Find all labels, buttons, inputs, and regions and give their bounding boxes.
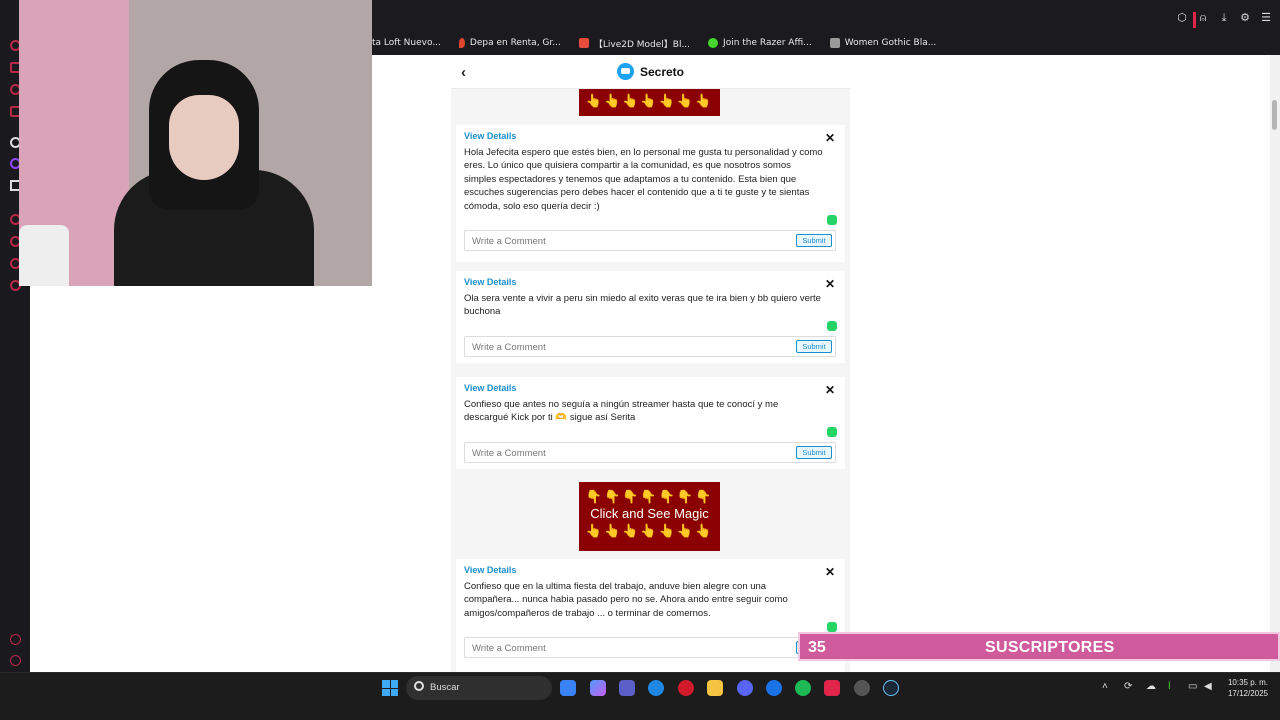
post-card: View Details ✕ Confieso que en la ultima… xyxy=(456,559,845,672)
whatsapp-share-icon[interactable] xyxy=(827,215,837,225)
view-details-link[interactable]: View Details xyxy=(464,277,516,287)
close-icon[interactable]: ✕ xyxy=(825,131,835,145)
bookmark-favicon xyxy=(578,38,589,48)
whatsapp-share-icon[interactable] xyxy=(827,622,837,632)
windows-taskbar: Buscar ˄ ⟳ ☁ ǀ ▭ ◀ 10:35 p. m. 17/12/202… xyxy=(0,672,1280,720)
clock[interactable]: 10:35 p. m. 17/12/2025 xyxy=(1228,677,1268,699)
view-details-link[interactable]: View Details xyxy=(464,131,516,141)
app-header: ‹ Secreto xyxy=(451,55,850,89)
bookmark-label: Women Gothic Bla... xyxy=(844,38,937,48)
whatsapp-share-icon[interactable] xyxy=(827,321,837,331)
close-icon[interactable]: ✕ xyxy=(825,565,835,579)
spotify-icon[interactable] xyxy=(795,680,811,696)
bookmark-label: ta Loft Nuevo... xyxy=(372,38,441,48)
edge-icon[interactable] xyxy=(648,680,664,696)
post-card: View Details ✕ Hola Jefecita espero que … xyxy=(456,125,845,262)
ad-banner[interactable]: 👇👇👇👇👇👇👇 Click and See Magic 👆👆👆👆👆👆👆 xyxy=(579,482,720,551)
chevron-up-icon[interactable]: ˄ xyxy=(1102,682,1112,692)
app-icon[interactable] xyxy=(766,680,782,696)
sidebar-more-icon[interactable] xyxy=(10,655,21,666)
subscriber-label: SUSCRIPTORES xyxy=(985,639,1115,656)
bookmark-favicon xyxy=(829,38,840,48)
sidebar-settings-icon[interactable] xyxy=(10,634,21,645)
comment-box: Write a Comment Submit xyxy=(464,637,836,658)
store-icon[interactable] xyxy=(560,680,576,696)
post-text: Confieso que antes no seguía a ningún st… xyxy=(464,399,779,424)
obs-icon[interactable] xyxy=(854,680,870,696)
bookmark-item[interactable]: Join the Razer Affi... xyxy=(708,38,812,48)
windows-start-icon[interactable] xyxy=(382,680,398,696)
bookmark-item[interactable]: ta Loft Nuevo... xyxy=(372,38,441,48)
bookmark-label: 【Live2D Model】Bl... xyxy=(593,39,691,50)
bookmark-label: Join the Razer Affi... xyxy=(723,38,812,48)
view-details-link[interactable]: View Details xyxy=(464,383,516,393)
post-text: Confieso que en la ultima fiesta del tra… xyxy=(464,581,788,619)
comment-box: Write a Comment Submit xyxy=(464,442,836,463)
browser-action-icons: ⬡ ⍝ ⤓ ⚙ ☰ xyxy=(1176,12,1272,24)
copilot-icon[interactable] xyxy=(590,680,606,696)
post-card: View Details ✕ Ola sera vente a vivir a … xyxy=(456,271,845,363)
sync-icon[interactable]: ⟳ xyxy=(1124,682,1134,692)
bookmarks-bar: ta Loft Nuevo... Depa en Renta, Gr... 【L… xyxy=(372,34,936,52)
whatsapp-share-icon[interactable] xyxy=(827,427,837,437)
search-label: Buscar xyxy=(430,682,460,693)
back-arrow-icon[interactable]: ‹ xyxy=(461,64,466,81)
ad-hands-up: 👆👆👆👆👆👆👆 xyxy=(585,93,714,108)
discord-icon[interactable] xyxy=(737,680,753,696)
display-icon[interactable]: ▭ xyxy=(1188,682,1198,692)
download-icon[interactable]: ⤓ xyxy=(1218,12,1230,24)
cloud-icon[interactable]: ☁ xyxy=(1146,682,1156,692)
search-icon xyxy=(414,681,424,691)
close-icon[interactable]: ✕ xyxy=(825,277,835,291)
comment-input[interactable]: Write a Comment xyxy=(472,236,546,247)
comment-box: Write a Comment Submit xyxy=(464,230,836,251)
comment-input[interactable]: Write a Comment xyxy=(472,643,546,654)
close-icon[interactable]: ✕ xyxy=(825,383,835,397)
subscriber-count: 35 xyxy=(808,639,826,656)
post-text: Ola sera vente a vivir a peru sin miedo … xyxy=(464,293,821,318)
microphone-icon[interactable]: ǀ xyxy=(1168,682,1178,692)
bookmark-item[interactable]: Depa en Renta, Gr... xyxy=(458,38,561,48)
profile-icon[interactable]: ⍝ xyxy=(1197,12,1209,24)
subscriber-counter: 35 SUSCRIPTORES xyxy=(798,632,1280,661)
submit-button[interactable]: Submit xyxy=(796,234,832,247)
app-logo-icon xyxy=(616,63,634,80)
bookmark-favicon xyxy=(708,38,719,48)
page-scrollbar[interactable] xyxy=(1270,55,1280,672)
bookmark-favicon xyxy=(458,38,465,48)
teams-icon[interactable] xyxy=(619,680,635,696)
opera-gx-icon[interactable] xyxy=(678,680,694,696)
clock-date: 17/12/2025 xyxy=(1227,689,1268,698)
webcam-overlay xyxy=(19,0,372,286)
post-card: View Details ✕ Confieso que antes no seg… xyxy=(456,377,845,469)
comment-input[interactable]: Write a Comment xyxy=(472,448,546,459)
comment-box: Write a Comment Submit xyxy=(464,336,836,357)
ad-hands-down: 👇👇👇👇👇👇👇 xyxy=(585,489,714,504)
bookmark-item[interactable]: Women Gothic Bla... xyxy=(829,38,937,48)
clock-time: 10:35 p. m. xyxy=(1227,678,1268,687)
comment-input[interactable]: Write a Comment xyxy=(472,342,546,353)
volume-icon[interactable]: ◀ xyxy=(1204,682,1214,692)
webcam-person-face xyxy=(169,95,239,180)
settings-icon[interactable]: ⚙ xyxy=(1239,12,1251,24)
ad-text: Click and See Magic xyxy=(590,506,709,521)
post-text: Hola Jefecita espero que estés bien, en … xyxy=(464,147,823,212)
scrollbar-thumb[interactable] xyxy=(1272,100,1277,130)
extensions-icon[interactable]: ⬡ xyxy=(1176,12,1188,24)
submit-button[interactable]: Submit xyxy=(796,446,832,459)
bookmark-item[interactable]: 【Live2D Model】Bl... xyxy=(578,37,691,50)
file-explorer-icon[interactable] xyxy=(707,680,723,696)
steam-icon[interactable] xyxy=(883,680,899,696)
taskbar-search[interactable]: Buscar xyxy=(406,676,552,700)
view-details-link[interactable]: View Details xyxy=(464,565,516,575)
secreto-app: 👆👆👆👆👆👆👆 View Details ✕ Hola Jefecita esp… xyxy=(451,55,850,672)
submit-button[interactable]: Submit xyxy=(796,340,832,353)
opera-icon[interactable] xyxy=(824,680,840,696)
ad-hands-up: 👆👆👆👆👆👆👆 xyxy=(585,523,714,538)
bookmark-label: Depa en Renta, Gr... xyxy=(469,38,561,48)
webcam-lamp xyxy=(19,225,69,286)
menu-icon[interactable]: ☰ xyxy=(1260,12,1272,24)
ad-banner-top[interactable]: 👆👆👆👆👆👆👆 xyxy=(579,89,720,116)
page-title: Secreto xyxy=(639,64,685,79)
